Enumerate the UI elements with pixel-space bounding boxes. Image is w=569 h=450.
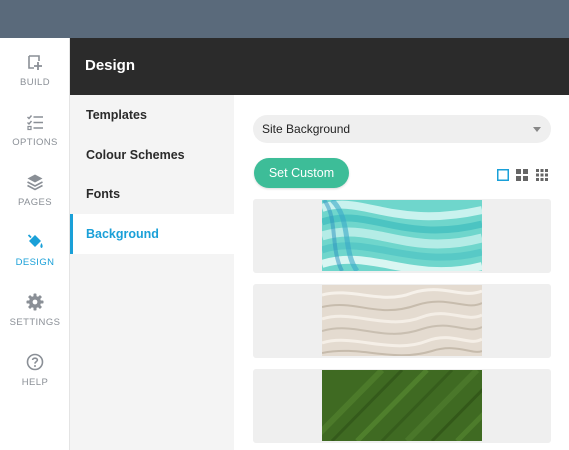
nav-label: DESIGN (15, 257, 55, 268)
nav-item-pages[interactable]: PAGES (0, 173, 70, 223)
nav-label: OPTIONS (12, 137, 58, 148)
set-custom-button[interactable]: Set Custom (254, 158, 349, 188)
nav-item-build[interactable]: BUILD (0, 53, 70, 103)
small-grid-icon[interactable] (536, 169, 548, 181)
top-bar (0, 0, 569, 38)
settings-icon (26, 293, 44, 311)
build-icon (28, 55, 42, 70)
sidebar-nav: BUILD OPTIONS PAGES DESIGN SETTINGS HELP (0, 38, 70, 450)
background-type-select[interactable]: Site Background (253, 115, 551, 143)
options-icon (27, 115, 43, 131)
medium-grid-icon[interactable] (516, 169, 528, 181)
help-icon (26, 353, 44, 371)
design-submenu: Templates Colour Schemes Fonts Backgroun… (70, 95, 234, 450)
sand-ripple-image (322, 285, 482, 356)
nav-label: HELP (21, 377, 49, 388)
background-panel: Site Background Set Custom (234, 95, 569, 450)
background-thumbnail[interactable] (253, 369, 551, 443)
nav-label: BUILD (20, 77, 50, 88)
nav-item-options[interactable]: OPTIONS (0, 113, 70, 163)
submenu-item-colour-schemes[interactable]: Colour Schemes (70, 135, 234, 175)
background-thumbnail[interactable] (253, 284, 551, 358)
green-leaf-image (322, 370, 482, 441)
panel-header: Design (70, 38, 569, 95)
aqua-brushstroke-image (322, 200, 482, 271)
panel-title: Design (85, 57, 136, 74)
nav-item-help[interactable]: HELP (0, 353, 70, 403)
select-value: Site Background (262, 122, 351, 136)
submenu-item-fonts[interactable]: Fonts (70, 174, 234, 214)
nav-item-settings[interactable]: SETTINGS (0, 293, 70, 343)
submenu-item-templates[interactable]: Templates (70, 95, 234, 135)
pages-icon (27, 174, 43, 191)
nav-item-design[interactable]: DESIGN (0, 233, 70, 283)
background-thumbnail[interactable] (253, 199, 551, 273)
large-grid-icon[interactable] (497, 169, 509, 181)
design-icon (27, 234, 43, 248)
nav-label: SETTINGS (9, 317, 61, 328)
nav-label: PAGES (17, 197, 53, 208)
submenu-item-background[interactable]: Background (70, 214, 234, 254)
chevron-down-icon (533, 127, 541, 132)
